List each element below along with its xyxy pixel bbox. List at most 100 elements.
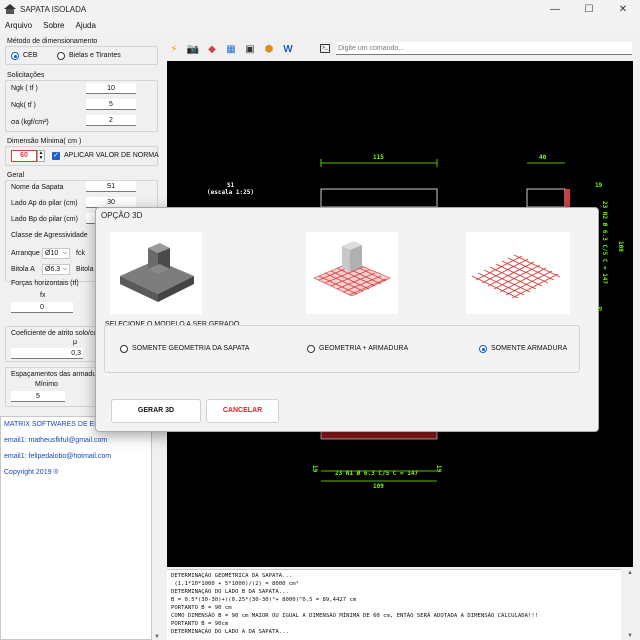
dialog-title: OPÇÃO 3D (101, 211, 143, 220)
bitola-b-label: Bitola (76, 266, 94, 273)
arranque-combo[interactable]: Ø10 ⌵ (42, 248, 70, 259)
company-name: MATRIX SOFTWARES DE EN (4, 421, 100, 428)
ngk-input[interactable]: 10 (86, 83, 136, 94)
rebar-section (565, 189, 570, 207)
title-bar: SAPATA ISOLADA — ☐ ✕ (0, 0, 640, 18)
minimo-label: Mínimo (35, 381, 58, 388)
dimensao-input[interactable]: 60 (11, 150, 37, 162)
arranque-label: Arranque (11, 250, 40, 257)
maximize-button[interactable]: ☐ (572, 0, 606, 18)
dim-40: 40 (539, 154, 547, 161)
eraser-icon[interactable]: ◆ (204, 42, 220, 57)
window-title: SAPATA ISOLADA (20, 4, 87, 14)
bitola-a-combo[interactable]: Ø6.3 ⌵ (42, 264, 70, 275)
email-matheus[interactable]: email1: matheusfkful@gmail.com (4, 437, 107, 444)
chevron-down-icon: ⌵ (62, 250, 67, 256)
scroll-down-icon[interactable]: ▼ (627, 633, 633, 639)
fx-input[interactable]: 0 (11, 302, 73, 313)
option-rebar-radio[interactable] (479, 345, 487, 353)
mu-input[interactable]: 0,3 (11, 348, 83, 359)
console-line: (1,1*10*1000 + 5*1000)/(2) = 8000 cm² (171, 581, 299, 587)
scroll-down-icon[interactable]: ▼ (154, 634, 160, 640)
console-line: COMO DIMENSÃO B = 90 cm MAIOR OU IGUAL A… (171, 613, 539, 619)
classe-label: Classe de Agressividade (11, 232, 88, 239)
option-geometry-rebar-label[interactable]: GEOMETRIA + ARMADURA (319, 345, 408, 352)
dimensao-spinner[interactable]: ▲ ▼ (37, 150, 45, 162)
command-input[interactable]: Digite um comando... (336, 42, 632, 55)
calculator-icon[interactable]: ▦ (223, 42, 239, 57)
console-line: PORTANTO B = 90cm (171, 621, 229, 627)
bielas-label: Bielas e Tirantes (69, 52, 121, 59)
canvas-right-strip (633, 61, 640, 567)
close-button[interactable]: ✕ (606, 0, 640, 18)
bielas-radio[interactable] (57, 52, 65, 60)
mu-label: μ (73, 339, 78, 346)
cancelar-button[interactable]: CANCELAR (206, 399, 279, 423)
norma-label: APLICAR VALOR DE NORMA (64, 152, 159, 159)
pdf-icon[interactable]: ▣ (242, 42, 258, 57)
lado-ap-label: Lado Ap do pilar (cm) (11, 200, 78, 207)
dimensao-label: Dimensão Mínima( cm ) (7, 138, 82, 145)
bottom-rebar-label: 23 N1 Ø 6.3 C/5 C = 147 (335, 470, 418, 477)
ngk-label: Ngk ( tf ) (11, 85, 38, 92)
copyright: Copyright 2019 ® (4, 469, 59, 476)
option-rebar-label[interactable]: SOMENTE ARMADURA (491, 345, 567, 352)
sapata-top-outline (320, 188, 438, 208)
sapata-label: S1 (227, 182, 235, 189)
nome-sapata-label: Nome da Sapata (11, 184, 64, 191)
menu-ajuda[interactable]: Ajuda (70, 21, 101, 30)
bottom-side-left: 19 (311, 465, 318, 473)
console-scrollbar[interactable]: ▲ ▼ (621, 569, 640, 640)
rebar-thumbnail[interactable] (466, 232, 570, 314)
email-felipe[interactable]: email1: felipedalobo@hotmail.com (4, 453, 111, 460)
dim-115: 115 (373, 154, 384, 161)
ceb-radio[interactable] (11, 52, 19, 60)
word-icon[interactable]: W (280, 42, 296, 57)
norma-checkbox[interactable]: ✓ (52, 152, 60, 160)
console-line: B = 0.5*(30-30)+((0.25*(30-30)²+ 8000)^0… (171, 597, 357, 603)
dim-right-19-top: 19 (595, 182, 603, 189)
bottom-side-right: 19 (435, 465, 442, 473)
dim-right-100: 100 (617, 241, 624, 252)
geometry-rebar-thumbnail[interactable] (306, 232, 398, 314)
lado-bp-label: Lado Bp do pilar (cm) (11, 216, 78, 223)
sigma-label: σa (kgf/cm²) (11, 119, 49, 126)
gerar-3d-button[interactable]: GERAR 3D (111, 399, 201, 423)
ceb-label: CEB (23, 52, 38, 59)
dim-109: 109 (373, 483, 384, 490)
info-box: MATRIX SOFTWARES DE EN email1: matheusfk… (0, 416, 152, 640)
camera-icon[interactable]: 📷 (185, 42, 201, 57)
menu-bar: Arquivo Sobre Ajuda (0, 18, 640, 33)
console-line: DETERMINAÇÃO DO LADO A DA SAPATA... (171, 629, 289, 635)
nqk-label: Nqk( tf ) (11, 102, 36, 109)
fck-label: fck (76, 250, 85, 257)
scroll-up-icon[interactable]: ▲ (627, 570, 633, 576)
option-geometry-label[interactable]: SOMENTE GEOMETRIA DA SAPATA (132, 345, 249, 352)
option-geometry-radio[interactable] (120, 345, 128, 353)
menu-sobre[interactable]: Sobre (38, 21, 70, 30)
minimize-button[interactable]: — (538, 0, 572, 18)
geral-label: Geral (7, 172, 25, 179)
console-line: DETERMINAÇÃO DO LADO B DA SAPATA... (171, 589, 289, 595)
house-icon (4, 4, 16, 14)
scale-label: (escala 1:25) (207, 189, 254, 196)
sigma-input[interactable]: 2 (86, 115, 136, 126)
cube-icon[interactable]: ⬢ (261, 42, 277, 57)
chevron-down-icon: ⌵ (62, 266, 67, 272)
console-line: DETERMINAÇÃO GEOMÉTRICA DA SAPATA... (171, 573, 293, 579)
nqk-input[interactable]: 5 (86, 99, 136, 110)
lightning-icon[interactable]: ⚡ (166, 42, 182, 57)
option-geometry-rebar-radio[interactable] (307, 345, 315, 353)
opcao-3d-dialog: OPÇÃO 3D SELECIONE O MODELO A SER GERADO… (95, 207, 599, 432)
output-console[interactable]: DETERMINAÇÃO GEOMÉTRICA DA SAPATA... (1,… (167, 569, 621, 640)
solicitacoes-label: Solicitações (7, 72, 45, 79)
bitola-a-label: Bitola A (11, 266, 35, 273)
minimo-input[interactable]: 5 (11, 391, 65, 402)
geometry-thumbnail[interactable] (110, 232, 202, 314)
dim-right-rebar: 23 N2 Ø 6.3 C/5 C = 147 (601, 201, 608, 284)
section-outline (526, 188, 566, 208)
menu-arquivo[interactable]: Arquivo (0, 21, 38, 30)
nome-sapata-input[interactable]: S1 (86, 181, 136, 192)
left-scrollbar[interactable]: ▲ ▼ (152, 416, 163, 640)
terminal-icon: >_ (320, 44, 330, 53)
